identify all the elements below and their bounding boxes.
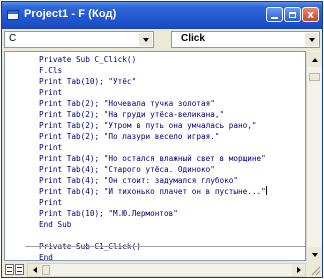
chevron-down-icon (142, 37, 149, 42)
scroll-up-button[interactable] (308, 52, 322, 67)
code-line[interactable]: Print Tab(10); "М.Ю.Лермонтов" (39, 208, 305, 219)
code-line[interactable]: Print Tab(4); "Но остался влажный свет в… (39, 153, 305, 164)
code-line[interactable]: Print Tab(4); "Старого утёса. Одиноко" (39, 164, 305, 175)
scroll-left-button[interactable] (28, 264, 41, 276)
code-line[interactable]: Print (39, 197, 305, 208)
full-module-view-button[interactable] (15, 264, 24, 275)
code-line[interactable]: F.Cls (39, 65, 305, 76)
window-title: Project1 - F (Код) (24, 8, 117, 20)
code-line[interactable]: Print (39, 142, 305, 153)
code-line[interactable] (39, 230, 305, 241)
resize-grip-icon[interactable] (309, 264, 321, 276)
arrow-down-icon (312, 252, 318, 257)
arrow-left-icon (32, 267, 37, 273)
combo-bar: C Click (4, 31, 320, 50)
code-line[interactable]: Print Tab(2); "По лазури весело играя." (39, 131, 305, 142)
horizontal-scroll-thumb[interactable] (42, 265, 50, 275)
close-icon: x (306, 8, 315, 21)
code-line[interactable]: Private Sub C_Click() (39, 54, 305, 65)
code-window: Project1 - F (Код) x C Click Private Sub… (1, 1, 323, 278)
code-line[interactable]: Print Tab(2); "Ночевала тучка золотая" (39, 98, 305, 109)
code-line-text: Print Tab(4); "И тихонько плачет он в пу… (39, 187, 266, 196)
code-line[interactable]: End (39, 252, 305, 260)
vertical-scroll-thumb[interactable] (309, 73, 320, 81)
close-button[interactable]: x (302, 7, 319, 22)
code-line[interactable]: Print Tab(10); "Утёс" (39, 76, 305, 87)
chevron-down-icon (308, 37, 315, 42)
code-line[interactable]: Print Tab(2); "Утром в путь она умчалась… (39, 120, 305, 131)
procedure-dropdown-value: Click (181, 33, 205, 44)
procedure-view-button[interactable] (5, 264, 14, 275)
minimize-icon (271, 16, 278, 19)
code-window-icon (7, 10, 19, 20)
maximize-button[interactable] (284, 7, 301, 22)
maximize-icon (289, 11, 296, 18)
code-line[interactable]: Print Tab(4); "Он стоит: задумался глубо… (39, 175, 305, 186)
object-dropdown-arrow[interactable] (139, 33, 152, 46)
procedure-separator (25, 246, 305, 247)
code-line[interactable]: Print Tab(2); "На груди утёса-великана," (39, 109, 305, 120)
title-bar[interactable]: Project1 - F (Код) x (2, 2, 322, 29)
arrow-up-icon (312, 57, 318, 62)
object-dropdown-value: C (9, 33, 17, 44)
procedure-dropdown-arrow[interactable] (305, 33, 318, 46)
code-line-with-caret[interactable]: Print Tab(4); "И тихонько плачет он в пу… (39, 186, 305, 197)
scroll-right-button[interactable] (292, 264, 305, 276)
code-editor[interactable]: Private Sub C_Click() F.Cls Print Tab(10… (4, 51, 306, 261)
arrow-right-icon (296, 267, 301, 273)
code-lines: Private Sub C_Click() F.Cls Print Tab(10… (39, 54, 305, 260)
minimize-button[interactable] (266, 7, 283, 22)
horizontal-scrollbar[interactable] (27, 263, 306, 277)
object-dropdown[interactable]: C (4, 31, 154, 48)
vertical-scrollbar[interactable] (306, 51, 322, 263)
scroll-down-button[interactable] (308, 247, 322, 262)
text-caret (265, 186, 267, 195)
code-line[interactable]: Print (39, 87, 305, 98)
bottom-bar (4, 262, 322, 277)
procedure-dropdown[interactable]: Click (171, 31, 320, 48)
code-line[interactable]: End Sub (39, 219, 305, 230)
